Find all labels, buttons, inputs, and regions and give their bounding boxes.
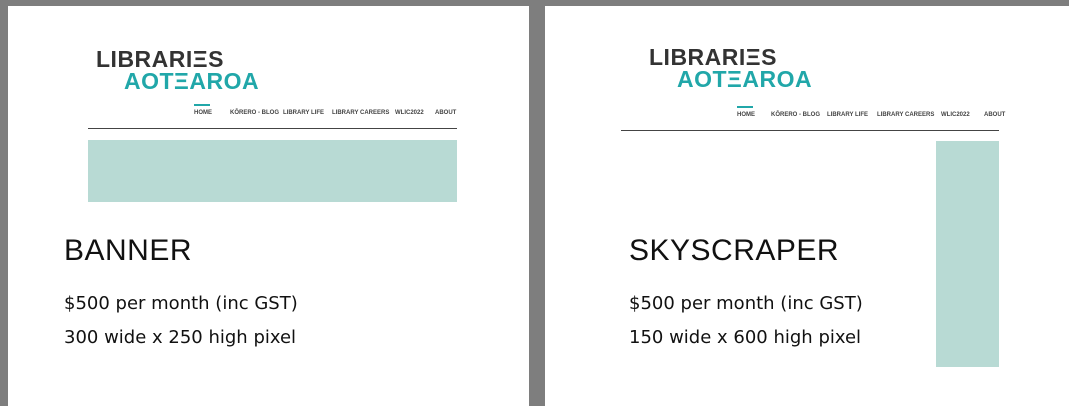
skyscraper-ad-placeholder [936, 141, 999, 367]
panel-price: $500 per month (inc GST) [64, 293, 298, 314]
skyscraper-ad-panel: LIBRARIΞS AOTΞAROA HOME KŌRERO - BLOG LI… [545, 6, 1069, 406]
panel-size: 150 wide x 600 high pixel [629, 327, 862, 348]
logo-line-1: LIBRARIΞS [96, 46, 224, 72]
nav-item-wlic2022[interactable]: WLIC2022 [941, 112, 970, 118]
panel-price: $500 per month (inc GST) [629, 293, 863, 314]
nav-item-about[interactable]: ABOUT [984, 112, 1005, 118]
logo-line-1: LIBRARIΞS [649, 44, 777, 70]
libraries-aotearoa-logo: LIBRARIΞS AOTΞAROA [96, 46, 260, 94]
nav-item-korero-blog[interactable]: KŌRERO - BLOG [230, 110, 279, 116]
nav-item-home[interactable]: HOME [737, 106, 755, 118]
nav-divider [621, 130, 999, 131]
site-nav: HOME KŌRERO - BLOG LIBRARY LIFE LIBRARY … [545, 106, 1069, 124]
nav-divider [88, 128, 457, 129]
nav-item-korero-blog[interactable]: KŌRERO - BLOG [771, 112, 820, 118]
libraries-aotearoa-logo: LIBRARIΞS AOTΞAROA [649, 44, 813, 92]
nav-item-library-life[interactable]: LIBRARY LIFE [827, 112, 868, 118]
nav-item-library-careers[interactable]: LIBRARY CAREERS [332, 110, 389, 116]
site-nav: HOME KŌRERO - BLOG LIBRARY LIFE LIBRARY … [8, 104, 529, 122]
panel-title: SKYSCRAPER [629, 234, 840, 267]
nav-item-library-careers[interactable]: LIBRARY CAREERS [877, 112, 934, 118]
panel-title: BANNER [64, 234, 193, 267]
nav-item-library-life[interactable]: LIBRARY LIFE [283, 110, 324, 116]
banner-ad-panel: LIBRARIΞS AOTΞAROA HOME KŌRERO - BLOG LI… [8, 6, 529, 406]
panel-size: 300 wide x 250 high pixel [64, 327, 297, 348]
logo-line-2: AOTΞAROA [124, 68, 260, 94]
nav-item-home[interactable]: HOME [194, 104, 212, 116]
banner-ad-placeholder [88, 140, 457, 202]
nav-item-wlic2022[interactable]: WLIC2022 [395, 110, 424, 116]
logo-line-2: AOTΞAROA [677, 66, 813, 92]
nav-item-about[interactable]: ABOUT [435, 110, 456, 116]
